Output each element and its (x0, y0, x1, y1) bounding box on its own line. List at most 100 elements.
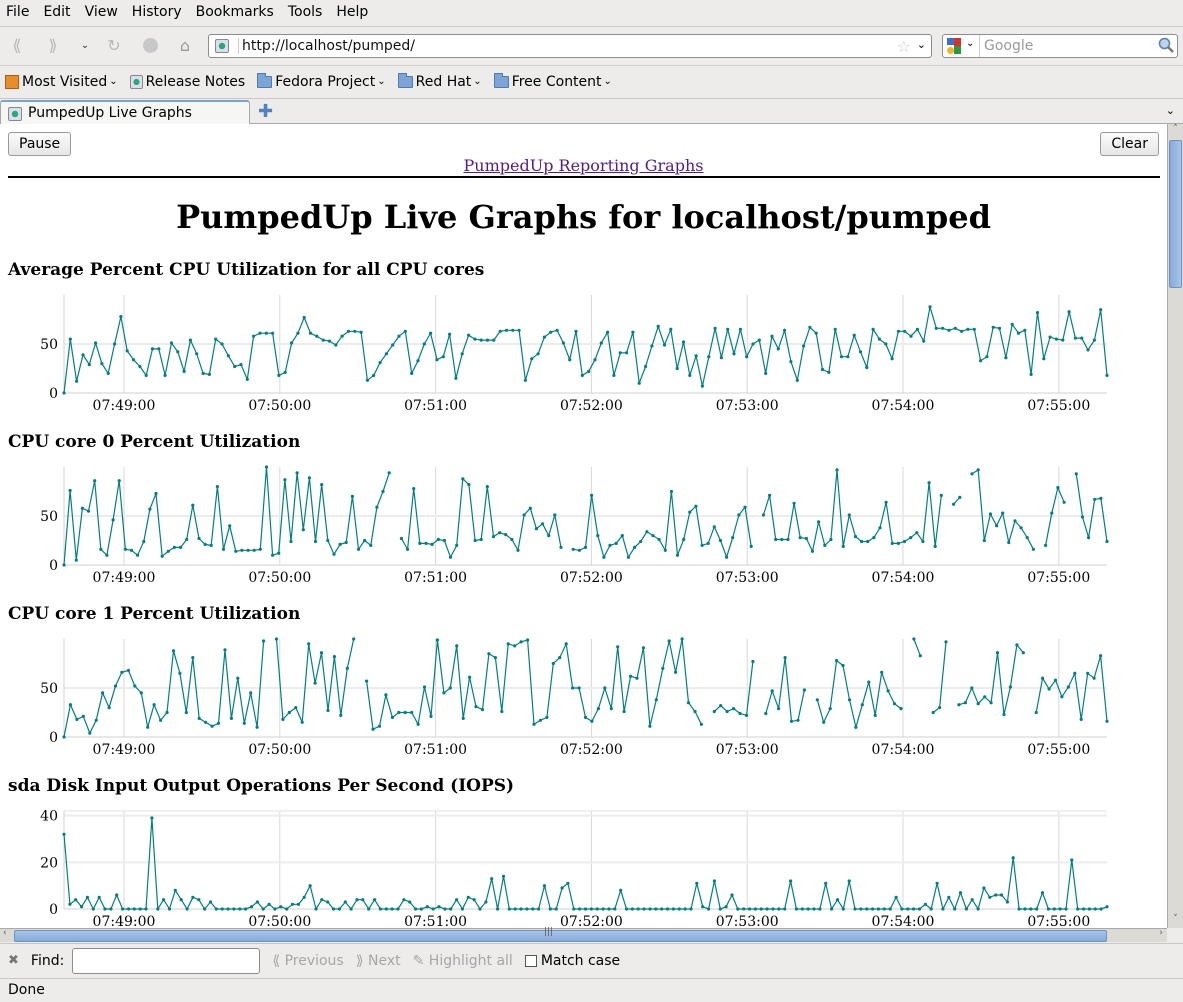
menu-file[interactable]: File (6, 4, 29, 20)
search-icon[interactable] (1158, 37, 1174, 53)
data-point (81, 353, 85, 357)
x-tick-label: 07:52:00 (560, 570, 623, 586)
divider (8, 176, 1160, 178)
find-input[interactable] (72, 947, 261, 974)
bookmarks-toolbar: Most Visited ⌄ Release Notes Fedora Project… (0, 65, 1183, 97)
data-point (915, 531, 919, 535)
data-point (841, 907, 845, 911)
horizontal-scrollbar[interactable]: ‹ ||| › (0, 927, 1167, 942)
list-all-tabs-icon[interactable]: ⌄ (1166, 104, 1175, 117)
data-point (228, 524, 232, 528)
data-point (390, 715, 394, 719)
bookmark-star-icon[interactable]: ☆ (897, 37, 911, 56)
tab-strip: PumpedUp Live Graphs ✚ ⌄ (0, 98, 1183, 125)
bookmark-fedora-project[interactable]: Fedora Project ⌄ (257, 72, 386, 90)
data-point (743, 505, 747, 509)
data-point (152, 703, 156, 707)
clear-button[interactable]: Clear (1100, 132, 1159, 156)
reload-button[interactable]: ↻ (103, 35, 125, 57)
close-find-bar-icon[interactable]: ✖ (8, 953, 19, 968)
stop-button[interactable] (139, 35, 161, 57)
home-button[interactable]: ⌂ (174, 35, 196, 57)
menu-view[interactable]: View (85, 4, 118, 20)
url-dropdown-icon[interactable]: ⌄ (917, 38, 926, 51)
data-point (982, 538, 986, 543)
search-bar[interactable]: ⌄ Google (942, 34, 1178, 58)
horizontal-scroll-thumb[interactable] (14, 930, 1107, 942)
data-point (1093, 907, 1097, 911)
scroll-up-icon[interactable]: ˄ (1168, 124, 1183, 138)
data-point (815, 698, 819, 702)
bookmark-most-visited[interactable]: Most Visited ⌄ (5, 74, 118, 90)
data-point (631, 330, 635, 334)
data-point (602, 555, 606, 559)
data-point (412, 487, 416, 491)
vertical-scrollbar[interactable]: ˄ ˅ (1167, 124, 1183, 928)
data-point (448, 332, 452, 336)
data-point (1079, 717, 1083, 721)
data-point (142, 539, 146, 544)
data-point (1053, 678, 1058, 682)
data-point (365, 679, 369, 683)
scroll-down-icon[interactable]: ˅ (1168, 914, 1183, 928)
data-point (191, 503, 195, 507)
data-point (123, 547, 127, 551)
bookmark-red-hat[interactable]: Red Hat ⌄ (397, 72, 482, 90)
bookmark-free-content[interactable]: Free Content ⌄ (493, 72, 612, 90)
menu-bookmarks[interactable]: Bookmarks (196, 4, 274, 20)
url-bar[interactable]: http://localhost/pumped/ ☆ ⌄ (208, 34, 932, 58)
find-next-button[interactable]: ⟫ Next (356, 953, 401, 969)
data-point (204, 720, 208, 724)
scroll-left-icon[interactable]: ‹ (3, 928, 7, 938)
data-point (1060, 695, 1064, 699)
match-case-checkbox[interactable] (524, 954, 537, 967)
search-engine-selector[interactable]: ⌄ (943, 35, 980, 57)
reporting-graphs-link[interactable]: PumpedUp Reporting Graphs (464, 156, 704, 175)
history-dropdown-icon[interactable]: ⌄ (74, 35, 96, 57)
pause-button[interactable]: Pause (8, 132, 72, 156)
scroll-right-icon[interactable]: › (1159, 928, 1163, 938)
data-point (1061, 338, 1065, 342)
series-line (63, 306, 1108, 394)
data-point (467, 333, 471, 337)
new-tab-button[interactable]: ✚ (258, 101, 273, 122)
data-point (751, 342, 755, 346)
data-point (566, 881, 570, 885)
data-point (220, 907, 224, 911)
scrollbar-corner (1167, 928, 1183, 942)
series-line (816, 659, 902, 730)
vertical-scroll-thumb[interactable] (1169, 140, 1182, 288)
data-point (523, 378, 528, 382)
highlight-all-button[interactable]: ✎ Highlight all (413, 953, 513, 969)
forward-button[interactable]: ⟫ (42, 35, 64, 57)
menu-edit[interactable]: Edit (43, 4, 70, 20)
data-point (150, 347, 155, 351)
url-text[interactable]: http://localhost/pumped/ (238, 38, 415, 54)
match-case-label[interactable]: Match case (541, 953, 620, 969)
data-point (115, 893, 119, 897)
data-point (630, 907, 635, 911)
data-point (197, 716, 201, 720)
bookmark-release-notes[interactable]: Release Notes (129, 74, 245, 90)
find-previous-button[interactable]: ⟪ Previous (272, 953, 343, 969)
find-previous-label: Previous (284, 952, 344, 969)
data-point (340, 334, 344, 338)
data-point (435, 358, 439, 362)
data-point (326, 538, 330, 543)
data-point (839, 355, 844, 359)
site-identity-icon[interactable] (215, 39, 229, 53)
menu-history[interactable]: History (132, 4, 182, 20)
data-point (912, 637, 916, 641)
back-button[interactable]: ⟪ (6, 35, 28, 57)
menu-tools[interactable]: Tools (288, 4, 323, 20)
data-point (928, 305, 932, 309)
data-point (431, 907, 435, 911)
data-point (126, 668, 130, 672)
tab-pumpedup-live-graphs[interactable]: PumpedUp Live Graphs (0, 100, 250, 125)
data-point (173, 888, 177, 892)
data-point (99, 547, 103, 551)
data-point (448, 686, 452, 690)
x-tick-label: 07:53:00 (716, 570, 779, 586)
data-point (504, 533, 508, 537)
menu-help[interactable]: Help (336, 4, 368, 20)
